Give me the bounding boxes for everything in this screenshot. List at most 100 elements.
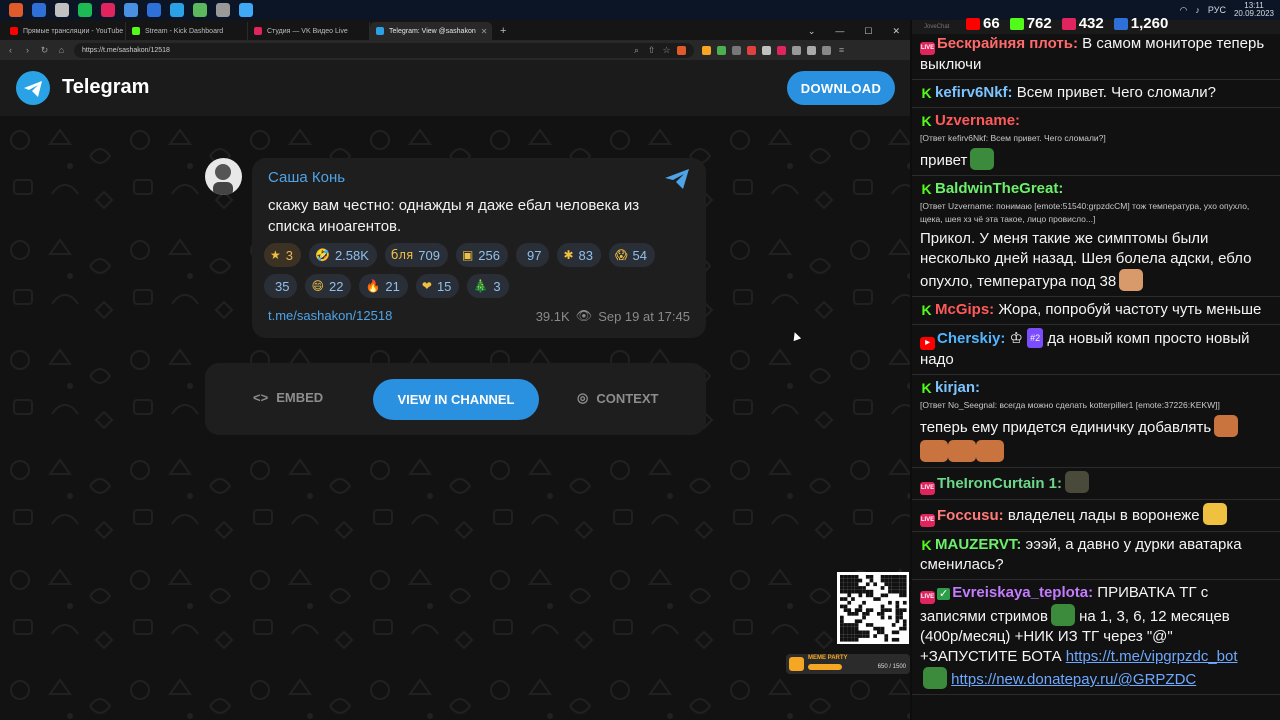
reaction-button[interactable]: 97 bbox=[515, 243, 550, 267]
extension-icon[interactable] bbox=[762, 45, 771, 55]
reaction-button[interactable]: 😄 22 bbox=[305, 274, 352, 298]
browser-tab[interactable]: Stream - Kick Dashboard bbox=[126, 22, 248, 40]
reaction-button[interactable]: 🤣 2.58K bbox=[309, 243, 377, 267]
qr-module bbox=[880, 615, 885, 620]
download-button[interactable]: DOWNLOAD bbox=[787, 71, 895, 105]
yt-platform-icon: ▶ bbox=[920, 337, 935, 350]
qr-module bbox=[899, 612, 903, 616]
chat-username[interactable]: McGips: bbox=[935, 301, 994, 318]
reaction-button[interactable]: ★ 3 bbox=[264, 243, 301, 267]
youtube-icon bbox=[966, 17, 980, 30]
emote-row bbox=[920, 440, 1272, 463]
qr-module bbox=[895, 589, 900, 594]
qr-module bbox=[854, 582, 859, 587]
extension-icon[interactable] bbox=[717, 45, 726, 55]
viewer-count: 66 bbox=[983, 15, 1000, 32]
taskbar-app-icon[interactable] bbox=[193, 3, 207, 17]
bookmark-icon[interactable]: ☆ bbox=[662, 45, 671, 56]
embed-button[interactable]: <> EMBED bbox=[253, 390, 323, 405]
telegram-wordmark[interactable]: Telegram bbox=[62, 76, 149, 99]
taskbar-app-icon[interactable] bbox=[55, 3, 69, 17]
new-tab-button[interactable]: + bbox=[492, 22, 514, 40]
taskbar-app-icon[interactable] bbox=[78, 3, 92, 17]
qr-module bbox=[869, 623, 874, 627]
speaker-icon[interactable]: ♪ bbox=[1195, 5, 1200, 15]
language-indicator[interactable]: РУС bbox=[1208, 5, 1226, 15]
taskbar-app-icon[interactable] bbox=[101, 3, 115, 17]
taskbar-app-icon[interactable] bbox=[124, 3, 138, 17]
maximize-icon[interactable]: ☐ bbox=[864, 26, 872, 37]
extension-icon[interactable] bbox=[702, 45, 711, 55]
qr-module bbox=[847, 626, 852, 631]
reaction-button[interactable]: 🔥 21 bbox=[359, 274, 408, 298]
reaction-count: 21 bbox=[385, 278, 400, 294]
tab-close-icon[interactable]: ✕ bbox=[481, 27, 488, 36]
qr-module bbox=[902, 575, 907, 579]
chat-username[interactable]: Cherskiy: bbox=[937, 330, 1005, 347]
chat-link[interactable]: https://t.me/vipgrpzdc_bot bbox=[1066, 648, 1238, 665]
url-field[interactable]: https://t.me/sashakon/12518 ⌕ ⇧ ☆ bbox=[74, 42, 694, 58]
reaction-button[interactable]: 35 bbox=[264, 274, 298, 298]
close-icon[interactable]: ✕ bbox=[892, 26, 900, 37]
taskbar-app-icon[interactable] bbox=[170, 3, 184, 17]
wifi-icon[interactable]: ◠ bbox=[1180, 5, 1188, 16]
reply-quote: [Ответ kefirv6Nkf: Всем привет. Чего сло… bbox=[920, 133, 1106, 143]
reaction-button[interactable]: ✱ 83 bbox=[557, 243, 601, 267]
chat-message-text: владелец лады в воронеже bbox=[1003, 507, 1200, 524]
reaction-button[interactable]: ❤ 15 bbox=[415, 274, 460, 298]
taskbar-app-icon[interactable] bbox=[147, 3, 161, 17]
chat-username[interactable]: kirjan: bbox=[935, 379, 980, 396]
zoom-icon[interactable]: ⌕ bbox=[632, 45, 641, 56]
post-link[interactable]: t.me/sashakon/12518 bbox=[268, 308, 392, 323]
browser-tab[interactable]: Telegram: View @sashakon ✕ bbox=[370, 22, 492, 40]
reload-icon[interactable]: ↻ bbox=[40, 45, 49, 56]
chat-username[interactable]: BaldwinTheGreat: bbox=[935, 180, 1063, 197]
back-icon[interactable]: ‹ bbox=[6, 45, 15, 55]
telegram-logo-icon[interactable] bbox=[16, 71, 50, 105]
extension-icon[interactable] bbox=[807, 45, 816, 55]
vk-platform-icon: LIVE bbox=[920, 42, 935, 55]
share-icon[interactable]: ⇧ bbox=[647, 45, 656, 56]
taskbar-app-icon[interactable] bbox=[32, 3, 46, 17]
chat-link[interactable]: https://new.donatepay.ru/@GRPZDC bbox=[951, 671, 1196, 688]
chat-username[interactable]: Evreiskaya_teplota: bbox=[952, 584, 1093, 601]
extension-icon[interactable] bbox=[747, 45, 756, 55]
extension-icon[interactable] bbox=[732, 45, 741, 55]
post-author[interactable]: Саша Конь bbox=[268, 169, 345, 186]
menu-icon[interactable]: ≡ bbox=[837, 45, 846, 55]
extension-icon[interactable] bbox=[777, 45, 786, 55]
qr-module bbox=[899, 578, 903, 583]
browser-tab[interactable]: Прямые трансляции - YouTube Stu bbox=[4, 22, 126, 40]
qr-module bbox=[888, 589, 892, 594]
chat-username[interactable]: TheIronCurtain 1: bbox=[937, 475, 1062, 492]
reaction-button[interactable]: ▣ 256 bbox=[455, 243, 508, 267]
chevron-down-icon[interactable]: ⌄ bbox=[808, 26, 816, 37]
reaction-button[interactable]: 😱 54 bbox=[608, 243, 655, 267]
taskbar-app-icon[interactable] bbox=[216, 3, 230, 17]
home-icon[interactable]: ⌂ bbox=[57, 45, 66, 55]
chat-username[interactable]: Бескрайняя плоть: bbox=[937, 35, 1078, 52]
extension-icon[interactable] bbox=[822, 45, 831, 55]
view-in-channel-button[interactable]: VIEW IN CHANNEL bbox=[373, 379, 539, 420]
extension-icon[interactable] bbox=[792, 45, 801, 55]
reaction-button[interactable]: бля 709 bbox=[384, 243, 448, 267]
chat-username[interactable]: Foccusu: bbox=[937, 507, 1004, 524]
taskbar-app-icon[interactable] bbox=[239, 3, 253, 17]
emote-image bbox=[970, 148, 995, 170]
chat-username[interactable]: kefirv6Nkf: bbox=[935, 84, 1013, 101]
address-bar: ‹ › ↻ ⌂ https://t.me/sashakon/12518 ⌕ ⇧ … bbox=[0, 40, 910, 60]
chat-username[interactable]: Uzvername: bbox=[935, 112, 1020, 129]
taskbar-app-icon[interactable] bbox=[9, 3, 23, 17]
chat-username[interactable]: MAUZERVT: bbox=[935, 536, 1021, 553]
clock[interactable]: 13:11 20.09.2023 bbox=[1234, 2, 1274, 18]
channel-avatar[interactable] bbox=[205, 158, 242, 195]
meme-progress-bar bbox=[808, 664, 843, 670]
forward-icon[interactable]: › bbox=[23, 45, 32, 55]
chat-message: Kkefirv6Nkf: Всем привет. Чего сломали? bbox=[912, 80, 1280, 108]
minimize-icon[interactable]: — bbox=[835, 26, 844, 36]
browser-tab[interactable]: Студия — VK Видео Live bbox=[248, 22, 370, 40]
qr-module bbox=[880, 578, 885, 583]
brave-shield-icon[interactable] bbox=[677, 45, 686, 55]
reaction-button[interactable]: 🎄 3 bbox=[467, 274, 509, 298]
context-button[interactable]: ◎ CONTEXT bbox=[577, 390, 658, 406]
